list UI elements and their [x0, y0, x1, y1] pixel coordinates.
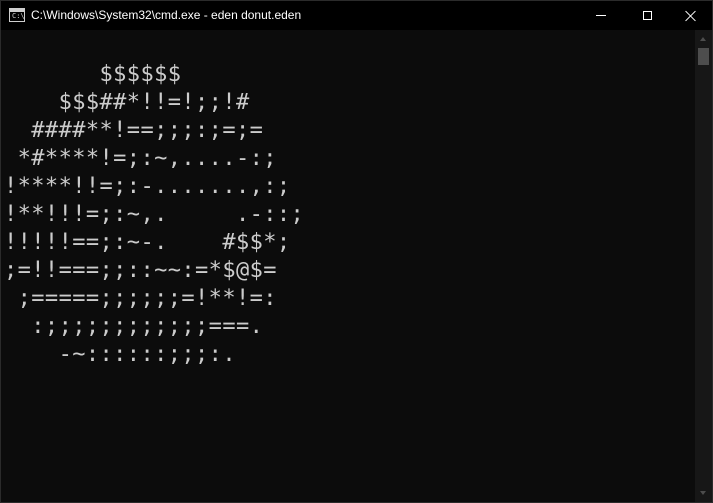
close-icon — [685, 10, 697, 22]
scroll-thumb[interactable] — [698, 48, 709, 65]
maximize-icon — [642, 11, 652, 20]
window-title: C:\Windows\System32\cmd.exe - eden donut… — [31, 8, 302, 22]
close-button[interactable] — [668, 1, 713, 30]
console-output: $$$$$$ $$$##*!!=!;;!# ####**!==;;;:;=;= … — [4, 62, 305, 367]
console-output-area[interactable]: $$$$$$ $$$##*!!=!;;!# ####**!==;;;:;=;= … — [1, 30, 695, 502]
title-bar[interactable]: C:\ C:\Windows\System32\cmd.exe - eden d… — [1, 1, 712, 30]
minimize-button[interactable] — [578, 1, 624, 30]
maximize-button[interactable] — [624, 1, 670, 30]
scroll-down-icon[interactable] — [695, 485, 712, 502]
cmd-icon-glyph: C:\ — [12, 12, 25, 20]
cmd-icon[interactable]: C:\ — [9, 8, 25, 22]
scroll-up-icon[interactable] — [695, 30, 712, 47]
minimize-icon — [596, 15, 606, 16]
console-window: C:\ C:\Windows\System32\cmd.exe - eden d… — [0, 0, 713, 503]
vertical-scrollbar[interactable] — [695, 30, 712, 502]
